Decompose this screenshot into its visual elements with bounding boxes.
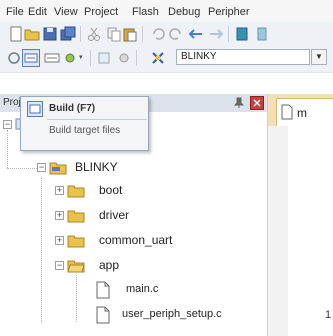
tree-item-app[interactable]: − app	[55, 255, 255, 275]
folder-icon	[67, 235, 85, 248]
cut-icon[interactable]	[86, 26, 102, 42]
navigate-back-icon[interactable]	[188, 26, 204, 42]
menu-file[interactable]: File	[6, 6, 24, 18]
menu-project[interactable]: Project	[84, 6, 118, 18]
tree-item-common-uart[interactable]: + common_uart	[55, 230, 255, 250]
open-folder-icon	[67, 260, 85, 273]
folder-icon	[67, 185, 85, 198]
bookmark-prev-icon[interactable]	[254, 26, 270, 42]
redo-icon[interactable]	[168, 26, 184, 42]
line-number: 1	[325, 309, 332, 321]
tree-expander[interactable]: −	[3, 120, 12, 129]
tooltip-divider	[47, 119, 147, 120]
menubar: File Edit View Project Flash Debug Perip…	[0, 0, 333, 22]
tree-item-target[interactable]: − BLINKY	[37, 157, 267, 177]
tree-expander[interactable]: −	[55, 261, 64, 270]
open-folder-icon[interactable]	[24, 26, 40, 42]
tree-expander[interactable]: +	[55, 211, 64, 220]
toolbar-separator	[228, 26, 229, 42]
translate-icon[interactable]	[6, 50, 22, 66]
c-file-icon	[96, 281, 110, 299]
editor-tab-strip: m	[268, 94, 333, 126]
toolbar-separator	[90, 50, 91, 66]
tree-item-label: user_periph_setup.c	[122, 308, 222, 320]
tree-item-label: main.c	[126, 283, 159, 295]
menu-view[interactable]: View	[54, 6, 78, 18]
tree-expander[interactable]: +	[55, 186, 64, 195]
tree-item-label: driver	[99, 208, 130, 222]
tree-line	[7, 130, 8, 168]
tree-item-user-periph-setup-c[interactable]: user_periph_setup.c	[96, 305, 266, 325]
tooltip-description: Build target files	[49, 125, 121, 136]
target-select[interactable]: BLINKY	[176, 49, 310, 65]
pin-icon[interactable]	[233, 97, 245, 109]
save-icon[interactable]	[42, 26, 58, 42]
tree-expander[interactable]: −	[37, 163, 46, 172]
tree-line	[41, 177, 42, 323]
new-file-icon[interactable]	[8, 26, 24, 42]
tree-item-label: app	[99, 258, 120, 272]
build-toolbar: ▾ BLINKY ▼	[0, 46, 333, 73]
dropdown-arrow-icon[interactable]: ▾	[79, 53, 83, 61]
tree-item-driver[interactable]: + driver	[55, 205, 255, 225]
save-all-icon[interactable]	[60, 26, 76, 42]
toolbar-separator	[136, 50, 137, 66]
editor-pane: m 1	[267, 94, 333, 336]
navigate-forward-icon[interactable]	[208, 26, 224, 42]
paste-icon[interactable]	[122, 26, 138, 42]
build-icon[interactable]	[22, 49, 40, 67]
undo-icon[interactable]	[150, 26, 166, 42]
tree-line	[7, 168, 37, 169]
menu-flash[interactable]: Flash	[132, 6, 159, 18]
target-dropdown-button[interactable]: ▼	[311, 49, 327, 65]
tree-expander[interactable]: +	[55, 236, 64, 245]
toolbar-separator	[142, 26, 143, 42]
tree-item-boot[interactable]: + boot	[55, 180, 255, 200]
menu-edit[interactable]: Edit	[28, 6, 47, 18]
file-icon	[281, 104, 293, 120]
editor-tab-label: m	[297, 106, 307, 120]
file-toolbar	[0, 22, 333, 47]
menu-peripherals[interactable]: Peripher	[208, 6, 250, 18]
folder-icon	[67, 210, 85, 223]
editor-tab[interactable]: m	[276, 98, 333, 126]
bookmark-icon[interactable]	[234, 26, 250, 42]
rebuild-icon[interactable]	[44, 50, 60, 66]
tree-item-label: common_uart	[99, 233, 173, 247]
debug-icon[interactable]	[116, 50, 132, 66]
copy-icon[interactable]	[106, 26, 122, 42]
editor-gutter	[268, 126, 288, 336]
tree-item-main-c[interactable]: main.c	[96, 280, 256, 300]
tree-item-label: boot	[99, 183, 123, 197]
tree-line	[76, 275, 77, 322]
tooltip-title: Build (F7)	[49, 103, 96, 114]
toolbar-separator	[80, 26, 81, 42]
menu-debug[interactable]: Debug	[168, 6, 200, 18]
build-icon	[27, 101, 43, 117]
batch-build-icon[interactable]	[62, 50, 78, 66]
close-icon[interactable]	[250, 96, 264, 110]
target-folder-icon	[49, 162, 67, 175]
build-tooltip: Build (F7) Build target files	[20, 96, 149, 151]
download-icon[interactable]	[96, 50, 112, 66]
c-file-icon	[96, 306, 110, 324]
target-options-icon[interactable]	[150, 50, 166, 66]
tree-item-label: BLINKY	[75, 160, 118, 174]
